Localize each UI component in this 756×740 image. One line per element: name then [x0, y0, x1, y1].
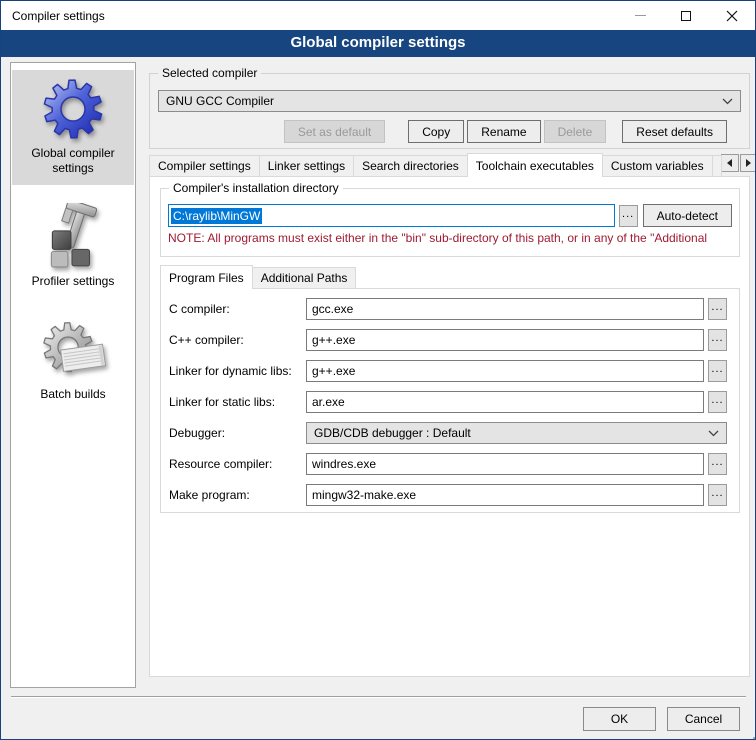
linker-static-input[interactable]: [306, 391, 704, 413]
linker-dynamic-row: Linker for dynamic libs: ...: [169, 360, 727, 382]
settings-category-sidebar: Global compiler settings: [10, 62, 136, 688]
cpp-compiler-row: C++ compiler: ...: [169, 329, 727, 351]
linker-dynamic-input[interactable]: [306, 360, 704, 382]
c-compiler-input[interactable]: [306, 298, 704, 320]
sidebar-item-global-compiler-settings[interactable]: Global compiler settings: [12, 70, 134, 185]
sidebar-item-profiler-settings[interactable]: Profiler settings: [12, 196, 134, 298]
install-dir-browse-button[interactable]: ...: [619, 205, 638, 227]
sub-tab-strip: Program Files Additional Paths: [160, 264, 740, 288]
maximize-icon: [681, 11, 691, 21]
programs-notebook: Program Files Additional Paths C compile…: [160, 264, 740, 513]
install-dir-group: Compiler's installation directory C:\ray…: [160, 188, 740, 257]
minimize-button[interactable]: [617, 1, 663, 30]
delete-button[interactable]: Delete: [544, 120, 607, 143]
c-compiler-row: C compiler: ...: [169, 298, 727, 320]
linker-dynamic-label: Linker for dynamic libs:: [169, 364, 306, 378]
install-dir-group-label: Compiler's installation directory: [169, 181, 343, 195]
subtab-additional-paths[interactable]: Additional Paths: [252, 267, 357, 288]
gear-stack-icon: [40, 316, 106, 382]
maximize-button[interactable]: [663, 1, 709, 30]
rename-button[interactable]: Rename: [467, 120, 540, 143]
subtab-program-files[interactable]: Program Files: [160, 265, 253, 289]
chevron-down-icon: [722, 98, 733, 105]
right-arrow-icon: [746, 159, 751, 167]
debugger-select-value: GDB/CDB debugger : Default: [314, 426, 708, 440]
main-content: Selected compiler GNU GCC Compiler Set a…: [149, 58, 750, 677]
chevron-down-icon: [708, 430, 719, 437]
c-compiler-browse-button[interactable]: ...: [708, 298, 727, 320]
install-dir-selected-text: C:\raylib\MinGW: [171, 208, 262, 224]
tab-scrollers: [721, 154, 756, 172]
tab-toolchain-executables[interactable]: Toolchain executables: [467, 153, 603, 177]
tab-search-directories[interactable]: Search directories: [353, 155, 468, 176]
settings-notebook: Compiler settings Linker settings Search…: [149, 152, 750, 677]
cpp-compiler-label: C++ compiler:: [169, 333, 306, 347]
auto-detect-button[interactable]: Auto-detect: [643, 204, 732, 227]
c-compiler-label: C compiler:: [169, 302, 306, 316]
make-program-label: Make program:: [169, 488, 306, 502]
tab-scroll-left-button[interactable]: [721, 154, 739, 172]
resource-compiler-browse-button[interactable]: ...: [708, 453, 727, 475]
linker-static-browse-button[interactable]: ...: [708, 391, 727, 413]
gear-blue-icon: [41, 77, 105, 141]
close-button[interactable]: [709, 1, 755, 30]
tab-linker-settings[interactable]: Linker settings: [259, 155, 354, 176]
minimize-icon: [635, 15, 646, 16]
selected-compiler-group-label: Selected compiler: [158, 66, 261, 80]
cpp-compiler-input[interactable]: [306, 329, 704, 351]
resource-compiler-input[interactable]: [306, 453, 704, 475]
set-as-default-button[interactable]: Set as default: [284, 120, 385, 143]
left-arrow-icon: [727, 159, 732, 167]
footer-buttons: OK Cancel: [1, 696, 755, 731]
tab-scroll-right-button[interactable]: [740, 154, 756, 172]
sidebar-item-label: Batch builds: [19, 387, 127, 402]
ok-button[interactable]: OK: [583, 707, 656, 731]
tab-custom-variables[interactable]: Custom variables: [602, 155, 713, 176]
compiler-actions: Set as default Copy Rename Delete Reset …: [158, 120, 741, 143]
tab-strip: Compiler settings Linker settings Search…: [149, 152, 750, 176]
tab-compiler-settings[interactable]: Compiler settings: [149, 155, 260, 176]
debugger-row: Debugger: GDB/CDB debugger : Default: [169, 422, 727, 444]
install-dir-row: C:\raylib\MinGW ... Auto-detect: [168, 204, 732, 227]
title-bar: Compiler settings: [1, 1, 755, 30]
make-program-row: Make program: ...: [169, 484, 727, 506]
compiler-select-value: GNU GCC Compiler: [166, 94, 722, 108]
debugger-select[interactable]: GDB/CDB debugger : Default: [306, 422, 727, 444]
dialog-footer: OK Cancel: [1, 696, 755, 739]
sidebar-item-label: Global compiler settings: [19, 146, 127, 176]
resource-compiler-label: Resource compiler:: [169, 457, 306, 471]
resource-compiler-row: Resource compiler: ...: [169, 453, 727, 475]
page-title: Global compiler settings: [1, 30, 755, 57]
sidebar-item-label: Profiler settings: [19, 274, 127, 289]
install-dir-input[interactable]: C:\raylib\MinGW: [168, 204, 615, 227]
linker-dynamic-browse-button[interactable]: ...: [708, 360, 727, 382]
program-files-page: C compiler: ... C++ compiler: ...: [160, 288, 740, 513]
footer-divider: [11, 696, 746, 698]
selected-compiler-group: Selected compiler GNU GCC Compiler Set a…: [149, 73, 750, 149]
sidebar-item-batch-builds[interactable]: Batch builds: [12, 309, 134, 411]
debugger-label: Debugger:: [169, 426, 306, 440]
reset-defaults-button[interactable]: Reset defaults: [622, 120, 727, 143]
toolchain-executables-page: Compiler's installation directory C:\ray…: [149, 176, 750, 677]
linker-static-label: Linker for static libs:: [169, 395, 306, 409]
cpp-compiler-browse-button[interactable]: ...: [708, 329, 727, 351]
caliper-blocks-icon: [40, 203, 106, 269]
install-dir-note: NOTE: All programs must exist either in …: [168, 231, 732, 245]
make-program-browse-button[interactable]: ...: [708, 484, 727, 506]
cancel-button[interactable]: Cancel: [667, 707, 740, 731]
window-title: Compiler settings: [1, 9, 105, 23]
compiler-settings-dialog: Compiler settings Global compiler settin…: [0, 0, 756, 740]
copy-button[interactable]: Copy: [408, 120, 464, 143]
make-program-input[interactable]: [306, 484, 704, 506]
close-icon: [726, 10, 738, 22]
tab-build-options[interactable]: Build: [712, 155, 722, 176]
resize-grip[interactable]: [749, 733, 751, 735]
window-controls: [617, 1, 755, 30]
compiler-select[interactable]: GNU GCC Compiler: [158, 90, 741, 112]
linker-static-row: Linker for static libs: ...: [169, 391, 727, 413]
